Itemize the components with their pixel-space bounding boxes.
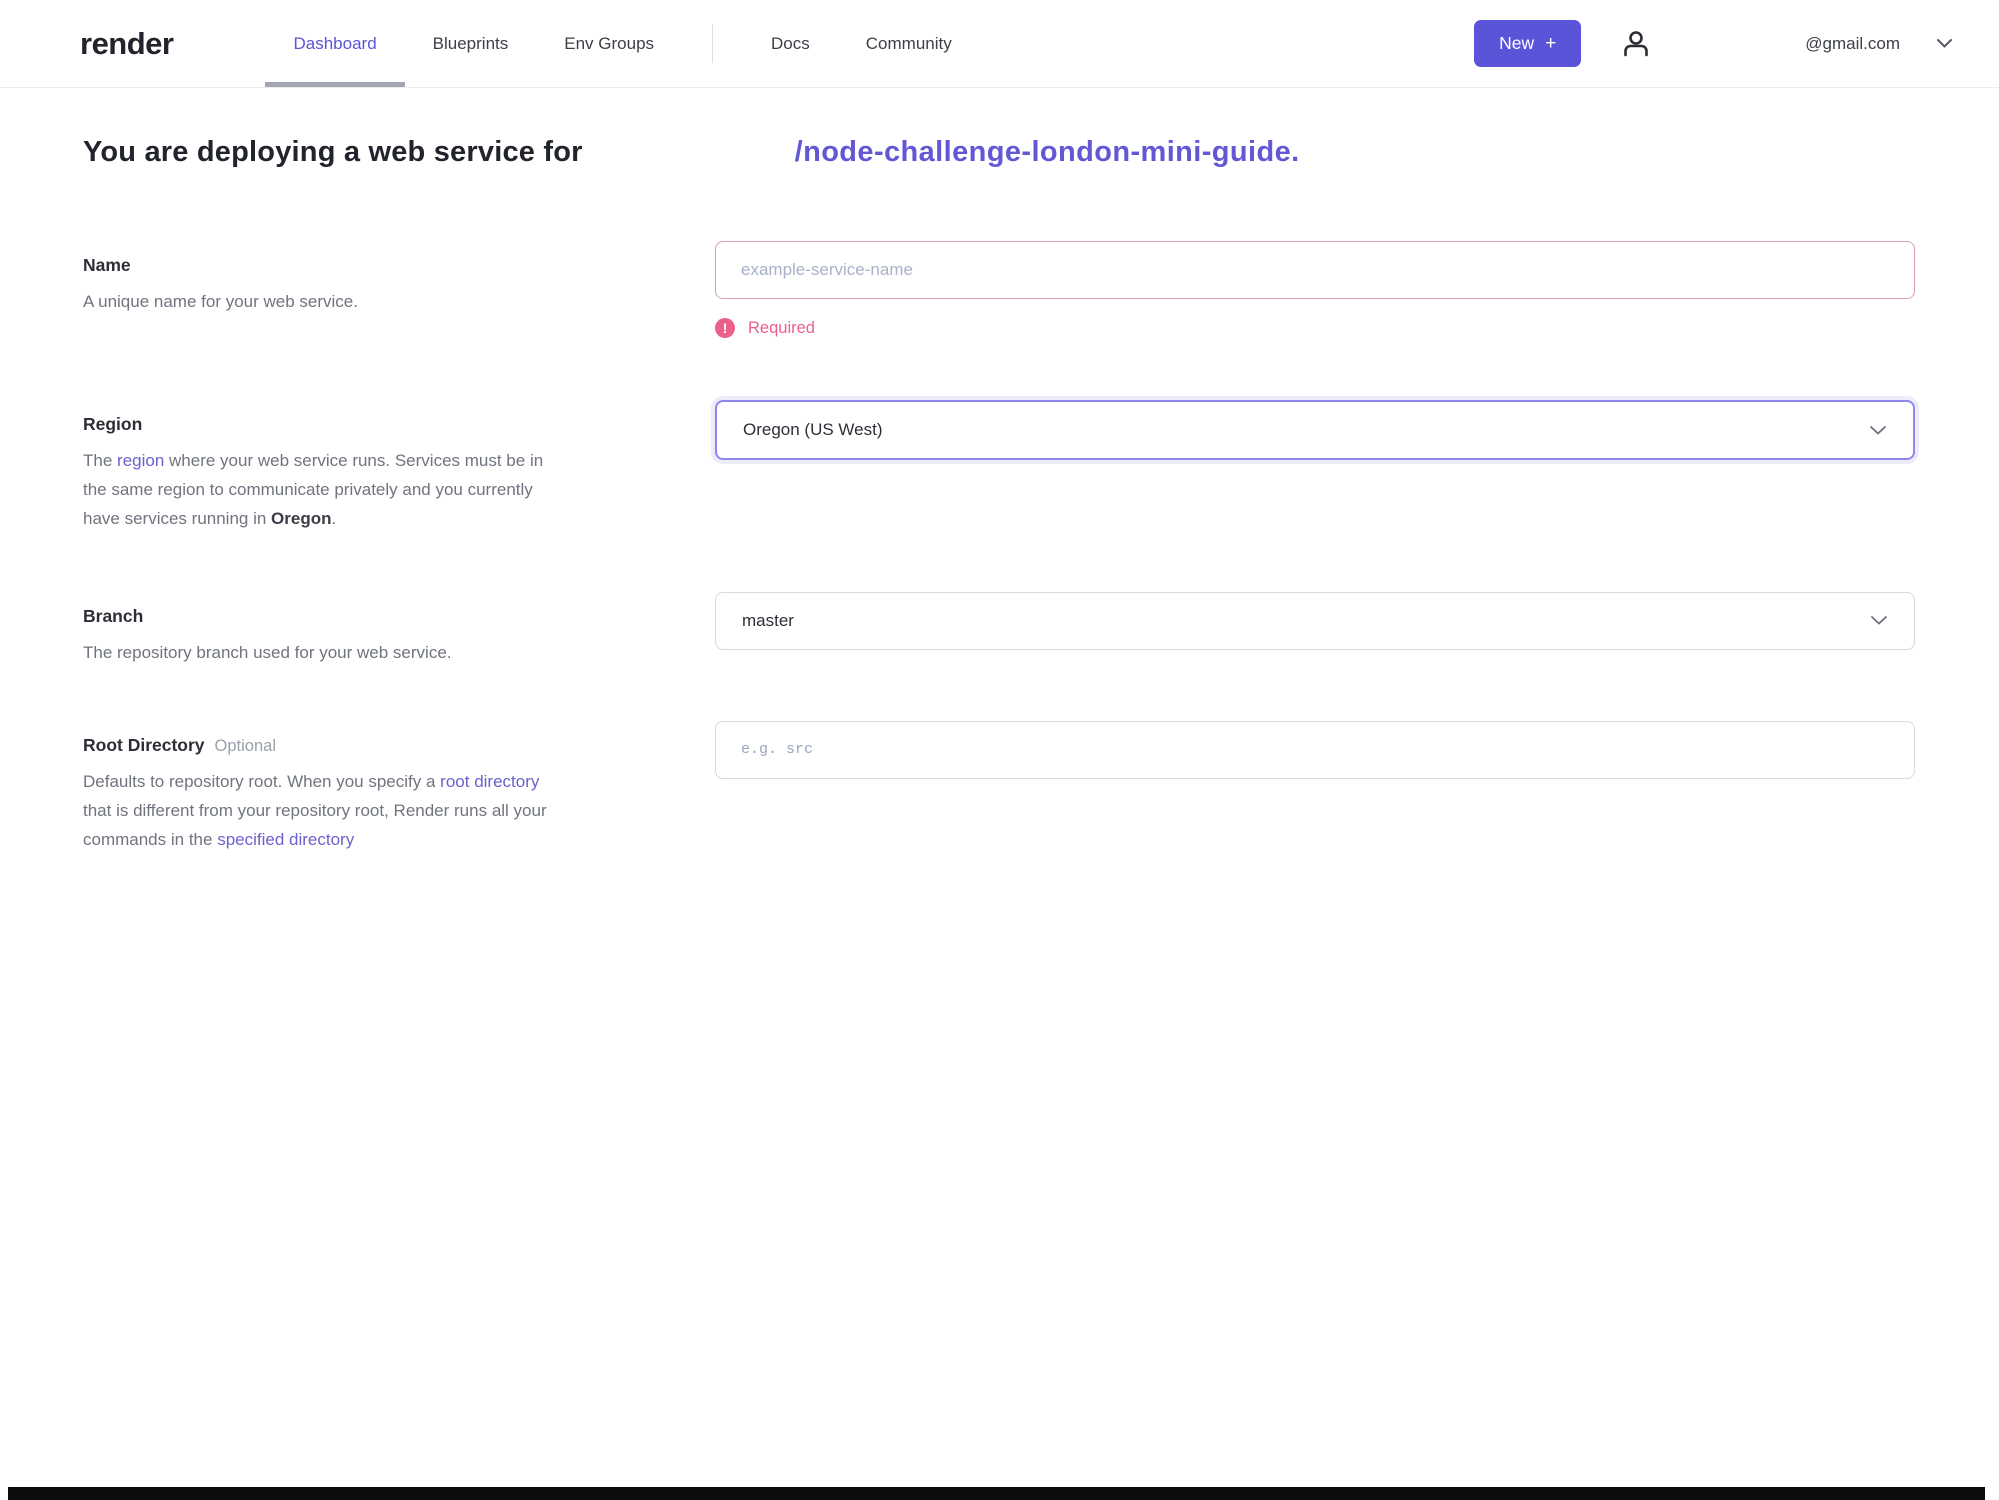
name-label-block: Name A unique name for your web service. xyxy=(83,241,660,316)
nav-links: Dashboard Blueprints Env Groups Docs Com… xyxy=(265,0,979,87)
plus-icon: + xyxy=(1545,33,1557,54)
name-error-text: Required xyxy=(748,318,815,337)
new-button-label: New xyxy=(1499,33,1535,53)
root-directory-description: Defaults to repository root. When you sp… xyxy=(83,767,561,855)
region-doc-link[interactable]: region xyxy=(117,451,164,470)
branch-label: Branch xyxy=(83,605,144,626)
chevron-down-icon[interactable] xyxy=(1936,38,1953,49)
branch-row: Branch The repository branch used for yo… xyxy=(83,591,1915,667)
page-title: You are deploying a web service for /nod… xyxy=(83,136,1915,169)
nav-item-dashboard[interactable]: Dashboard xyxy=(265,0,405,87)
root-directory-label-text: Root Directory xyxy=(83,734,205,755)
region-desc-text: . xyxy=(331,509,337,529)
error-exclamation-icon xyxy=(715,318,735,338)
region-select[interactable]: Oregon (US West) xyxy=(715,400,1915,460)
nav-item-env-groups[interactable]: Env Groups xyxy=(536,0,682,87)
repo-link[interactable]: /node-challenge-london-mini-guide. xyxy=(795,136,1300,169)
branch-select-value: master xyxy=(742,610,794,630)
region-desc-oregon: Oregon xyxy=(271,509,332,529)
main-content: You are deploying a web service for /nod… xyxy=(0,136,1999,855)
account-email[interactable]: @gmail.com xyxy=(1805,34,1900,54)
nav-item-blueprints[interactable]: Blueprints xyxy=(405,0,537,87)
render-logo[interactable]: render xyxy=(80,26,174,62)
name-description: A unique name for your web service. xyxy=(83,292,358,311)
optional-tag: Optional xyxy=(214,736,277,755)
root-directory-label: Root Directory Optional xyxy=(83,721,660,756)
chevron-down-icon xyxy=(1870,615,1888,626)
specified-directory-doc-link[interactable]: specified directory xyxy=(217,830,354,849)
branch-select[interactable]: master xyxy=(715,591,1915,650)
name-label: Name xyxy=(83,255,131,275)
nav-right: New + @gmail.com xyxy=(1474,0,1953,87)
nav-item-label: Blueprints xyxy=(432,33,509,53)
branch-description: The repository branch used for your web … xyxy=(83,642,452,662)
top-nav: render Dashboard Blueprints Env Groups D… xyxy=(0,0,1999,88)
root-directory-input[interactable] xyxy=(715,720,1915,779)
service-name-input[interactable] xyxy=(715,241,1915,299)
deploy-form: Name A unique name for your web service.… xyxy=(83,241,1915,855)
name-error-row: Required xyxy=(715,318,1915,338)
root-desc-text: Defaults to repository root. When you sp… xyxy=(83,771,441,791)
nav-item-label: Env Groups xyxy=(564,33,655,53)
chevron-down-icon xyxy=(1869,425,1887,436)
nav-item-label: Dashboard xyxy=(293,33,377,53)
root-directory-label-block: Root Directory Optional Defaults to repos… xyxy=(83,721,660,855)
root-directory-row: Root Directory Optional Defaults to repos… xyxy=(83,720,1915,855)
user-account-icon[interactable] xyxy=(1619,27,1653,61)
nav-item-community[interactable]: Community xyxy=(838,0,980,87)
branch-label-block: Branch The repository branch used for yo… xyxy=(83,592,660,667)
region-row: Region The region where your web service… xyxy=(83,400,1915,534)
region-label: Region xyxy=(83,414,143,434)
nav-item-label: Community xyxy=(865,33,952,53)
root-directory-doc-link[interactable]: root directory xyxy=(440,772,539,791)
region-label-block: Region The region where your web service… xyxy=(83,400,660,534)
bottom-taskbar-strip xyxy=(8,1487,1985,1500)
name-row: Name A unique name for your web service.… xyxy=(83,241,1915,338)
page-title-prefix: You are deploying a web service for xyxy=(83,136,583,168)
nav-item-docs[interactable]: Docs xyxy=(743,0,838,87)
region-description: The region where your web service runs. … xyxy=(83,446,561,534)
region-select-value: Oregon (US West) xyxy=(743,420,883,439)
root-directory-field-block xyxy=(715,720,1915,779)
nav-item-label: Docs xyxy=(771,33,810,53)
region-desc-text: The xyxy=(83,451,118,470)
name-field-block: Required xyxy=(715,241,1915,338)
branch-field-block: master xyxy=(715,591,1915,650)
region-field-block: Oregon (US West) xyxy=(715,400,1915,460)
new-button[interactable]: New + xyxy=(1474,20,1582,67)
nav-divider xyxy=(712,24,714,63)
